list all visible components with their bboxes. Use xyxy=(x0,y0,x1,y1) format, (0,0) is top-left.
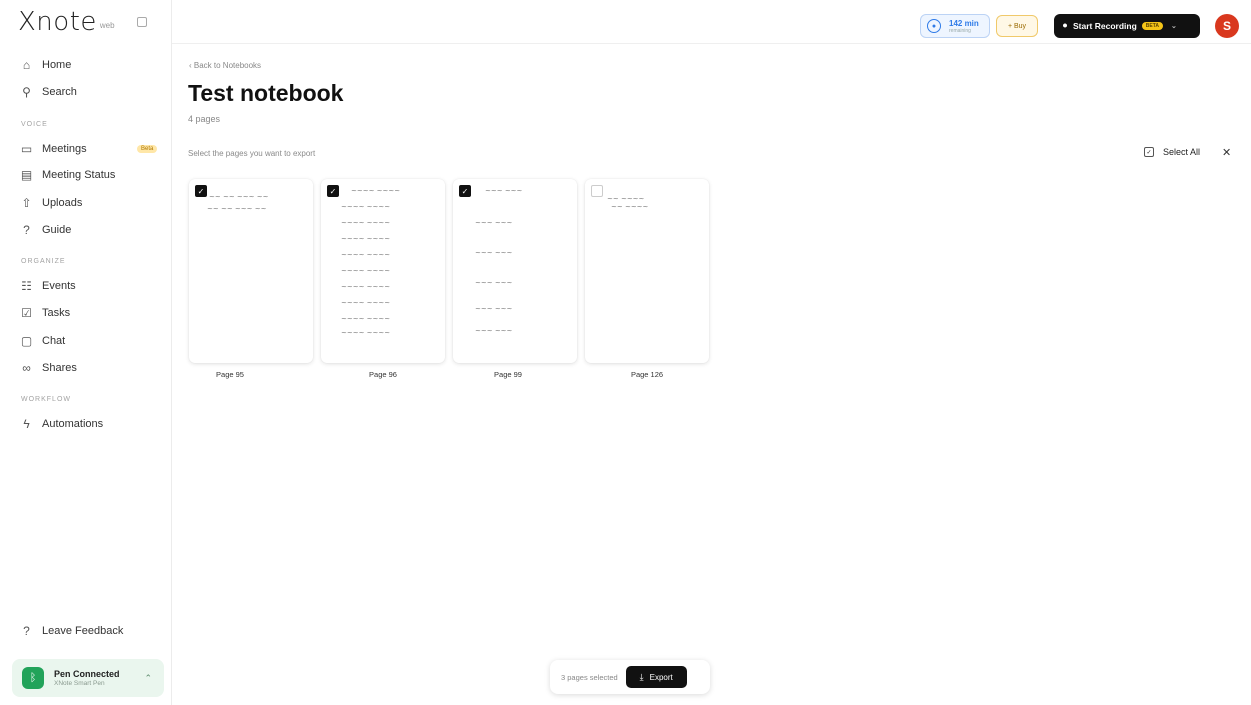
page-checkbox[interactable]: ✓ xyxy=(195,185,207,197)
sidebar-item-meetings[interactable]: ▭ Meetings xyxy=(20,141,87,157)
clock-icon: ● xyxy=(927,19,941,33)
page-label: Page 95 xyxy=(216,370,244,379)
beta-badge: BETA xyxy=(1141,22,1164,30)
sidebar-item-uploads[interactable]: ⇧ Uploads xyxy=(20,195,82,211)
calendar-icon: ▭ xyxy=(20,142,33,156)
pen-status-card[interactable]: ᛒ Pen Connected XNote Smart Pen ⌃ xyxy=(12,659,164,697)
buy-button[interactable]: + Buy xyxy=(996,15,1038,37)
sidebar-item-label: Shares xyxy=(42,362,77,374)
sidebar-item-label: Tasks xyxy=(42,307,71,319)
minutes-value: 142 min xyxy=(949,18,979,28)
page-thumbnail[interactable]: ✓ ~~ ~~~~ ~~ ~~~~ xyxy=(585,179,709,363)
sidebar-item-label: Events xyxy=(42,280,76,292)
topbar: ● 142 min remaining + Buy ⏺ Start Record… xyxy=(172,0,1251,44)
chevron-down-icon[interactable]: ⌄ xyxy=(1171,22,1177,30)
beta-badge: Beta xyxy=(137,145,158,153)
bluetooth-icon: ᛒ xyxy=(22,667,44,689)
sidebar-item-label: Home xyxy=(42,59,72,71)
upload-icon: ⇧ xyxy=(21,196,32,210)
help-icon: ? xyxy=(23,223,30,237)
sidebar-item-search[interactable]: ⚲ Search xyxy=(20,84,77,100)
page-checkbox[interactable]: ✓ xyxy=(327,185,339,197)
microphone-icon: ⏺ xyxy=(1063,21,1067,30)
leave-feedback-label: Leave Feedback xyxy=(42,625,124,637)
sidebar-item-label: Meeting Status xyxy=(42,169,116,181)
page-label: Page 99 xyxy=(494,370,522,379)
page-title: Test notebook xyxy=(188,80,344,106)
sidebar-item-chat[interactable]: ▢ Chat xyxy=(20,333,65,349)
app-logo-sub: web xyxy=(99,20,115,30)
export-label: Export xyxy=(649,672,673,682)
chat-icon: ▢ xyxy=(20,334,33,348)
chevron-up-icon[interactable]: ⌃ xyxy=(144,673,152,684)
sidebar-item-label: Guide xyxy=(42,224,72,236)
section-voice: VOICE xyxy=(21,121,48,128)
sidebar-item-automations[interactable]: ϟ Automations xyxy=(20,416,103,432)
sidebar-item-label: Search xyxy=(42,86,77,98)
app-logo[interactable]: Xnote xyxy=(18,7,97,37)
sidebar-item-home[interactable]: ⌂ Home xyxy=(20,57,71,73)
export-bar: 3 pages selected ⤓ Export xyxy=(550,660,710,694)
section-organize: ORGANIZE xyxy=(21,258,66,265)
select-all-button[interactable]: ✓ Select All xyxy=(1144,147,1200,157)
page-thumbnail[interactable]: ✓ ~~~ ~~~ ~~~ ~~~ ~~~ ~~~ ~~~ ~~~ ~~~ ~~… xyxy=(453,179,577,363)
export-button[interactable]: ⤓ Export xyxy=(625,666,687,688)
page-thumbnail[interactable]: ✓ ~~ ~~ ~~~ ~~ ~~ ~~ ~~~ ~~ xyxy=(189,179,313,363)
close-icon[interactable]: ✕ xyxy=(1222,146,1231,159)
pen-status-title: Pen Connected xyxy=(54,669,120,679)
clipboard-icon: ▤ xyxy=(20,168,33,182)
events-icon: ☷ xyxy=(21,279,32,293)
sidebar-item-tasks[interactable]: ☑ Tasks xyxy=(20,305,70,321)
sidebar-item-events[interactable]: ☷ Events xyxy=(20,278,76,294)
back-to-notebooks-link[interactable]: ‹ Back to Notebooks xyxy=(189,61,261,70)
automation-icon: ϟ xyxy=(23,417,30,431)
sidebar-item-label: Uploads xyxy=(42,197,83,209)
start-recording-button[interactable]: ⏺ Start Recording BETA ⌄ xyxy=(1054,14,1200,38)
link-icon: ∞ xyxy=(22,361,31,375)
page-label: Page 96 xyxy=(369,370,397,379)
pen-status-subtitle: XNote Smart Pen xyxy=(54,680,105,687)
select-all-label: Select All xyxy=(1163,147,1201,157)
export-instruction: Select the pages you want to export xyxy=(188,149,316,158)
logo-row: Xnote web xyxy=(0,0,171,44)
home-icon: ⌂ xyxy=(22,58,31,72)
page-thumbnail[interactable]: ✓ ~~~~ ~~~~ ~~~~ ~~~~ ~~~~ ~~~~ ~~~~ ~~~… xyxy=(321,179,445,363)
sidebar: Xnote web ⌂ Home ⚲ Search VOICE ▭ Meetin… xyxy=(0,0,172,705)
selected-count: 3 pages selected xyxy=(561,672,618,682)
help-icon: ? xyxy=(23,624,30,638)
sidebar-item-label: Meetings xyxy=(42,143,87,155)
minutes-remaining-pill[interactable]: ● 142 min remaining xyxy=(920,14,990,38)
sidebar-item-guide[interactable]: ? Guide xyxy=(20,222,71,238)
minutes-sub: remaining xyxy=(949,27,971,34)
download-icon: ⤓ xyxy=(639,671,644,682)
select-all-icon: ✓ xyxy=(1144,147,1154,157)
sidebar-item-meeting-status[interactable]: ▤ Meeting Status xyxy=(20,167,116,183)
sidebar-item-label: Chat xyxy=(42,335,66,347)
section-workflow: WORKFLOW xyxy=(21,396,71,403)
tasks-icon: ☑ xyxy=(21,306,32,320)
leave-feedback-link[interactable]: ? Leave Feedback xyxy=(20,623,123,639)
page-checkbox[interactable]: ✓ xyxy=(459,185,471,197)
start-recording-label: Start Recording xyxy=(1073,21,1137,31)
back-label: Back to Notebooks xyxy=(193,61,262,70)
page-label: Page 126 xyxy=(630,370,664,379)
page-count: 4 pages xyxy=(188,114,221,124)
search-icon: ⚲ xyxy=(22,85,31,99)
sidebar-collapse-icon[interactable] xyxy=(136,17,147,27)
sidebar-item-label: Automations xyxy=(42,418,104,430)
sidebar-item-shares[interactable]: ∞ Shares xyxy=(20,360,77,376)
page-checkbox[interactable]: ✓ xyxy=(591,185,603,197)
avatar[interactable]: S xyxy=(1215,14,1239,38)
